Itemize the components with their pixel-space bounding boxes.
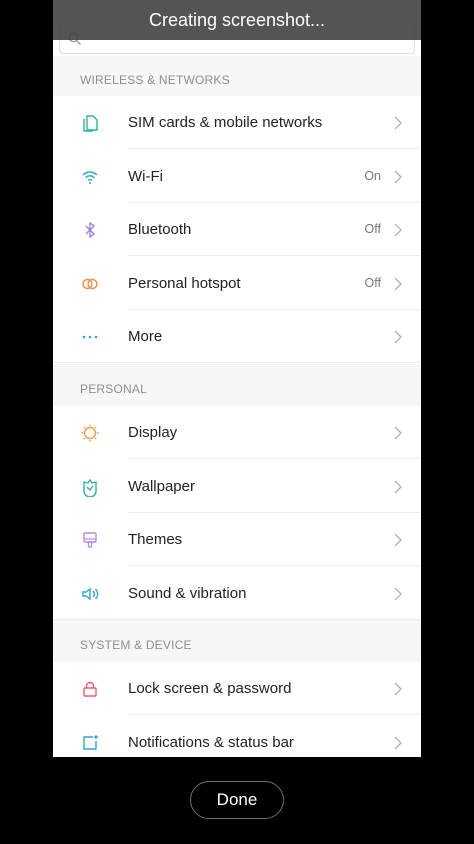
settings-item-label: More [128, 328, 163, 346]
themes-icon [83, 532, 97, 548]
settings-item-notifications-status-bar[interactable]: Notifications & status bar [53, 716, 421, 757]
display-icon [81, 424, 99, 442]
chevron-right-icon [393, 169, 403, 185]
settings-item-wallpaper[interactable]: Wallpaper [53, 460, 421, 513]
lock-icon [83, 681, 97, 697]
settings-item-label: Personal hotspot [128, 274, 241, 292]
settings-item-display[interactable]: Display [53, 406, 421, 459]
settings-item-sim-cards-mobile-networks[interactable]: SIM cards & mobile networks [53, 96, 421, 149]
settings-item-wi-fi[interactable]: Wi-Fi On [53, 150, 421, 203]
chevron-right-icon [393, 276, 403, 292]
settings-item-themes[interactable]: Themes [53, 513, 421, 567]
sim-card-icon [83, 115, 98, 132]
settings-item-more[interactable]: More [53, 310, 421, 364]
chevron-right-icon [393, 222, 403, 238]
screenshot-preview: WIRELESS & NETWORKS SIM cards & mobile ne… [53, 0, 421, 757]
section-title: SYSTEM & DEVICE [80, 638, 192, 652]
wallpaper-icon [83, 478, 97, 497]
sound-icon [82, 587, 99, 601]
settings-item-label: Wi-Fi [128, 167, 163, 185]
settings-item-sound-vibration[interactable]: Sound & vibration [53, 567, 421, 620]
settings-item-bluetooth[interactable]: Bluetooth Off [53, 203, 421, 257]
settings-item-label: Themes [128, 531, 183, 549]
chevron-right-icon [393, 586, 403, 602]
chevron-right-icon [393, 115, 403, 131]
chevron-right-icon [393, 425, 403, 441]
creating-screenshot-toast: Creating screenshot... [53, 0, 421, 40]
chevron-right-icon [393, 735, 403, 751]
settings-item-personal-hotspot[interactable]: Personal hotspot Off [53, 257, 421, 310]
settings-item-label: Sound & vibration [128, 584, 247, 602]
settings-item-label: Lock screen & password [128, 680, 292, 697]
settings-item-status: Off [364, 275, 381, 290]
settings-item-label: Notifications & status bar [128, 733, 294, 751]
settings-item-label: Display [128, 424, 178, 441]
settings-item-lock-screen-password[interactable]: Lock screen & password [53, 662, 421, 715]
chevron-right-icon [393, 681, 403, 697]
settings-item-label: Wallpaper [128, 477, 195, 495]
done-button[interactable]: Done [190, 781, 284, 819]
chevron-right-icon [393, 329, 403, 345]
settings-item-label: SIM cards & mobile networks [128, 114, 323, 131]
bluetooth-icon [85, 221, 95, 239]
chevron-right-icon [393, 479, 403, 495]
hotspot-icon [82, 278, 98, 289]
wifi-icon [82, 170, 98, 184]
more-dots-icon [82, 336, 98, 339]
notifications-icon [83, 734, 98, 750]
settings-item-status: On [364, 168, 381, 183]
chevron-right-icon [393, 532, 403, 548]
section-title: WIRELESS & NETWORKS [80, 73, 230, 87]
section-title: PERSONAL [80, 382, 147, 396]
settings-item-status: Off [364, 222, 381, 237]
settings-item-label: Bluetooth [128, 221, 192, 239]
